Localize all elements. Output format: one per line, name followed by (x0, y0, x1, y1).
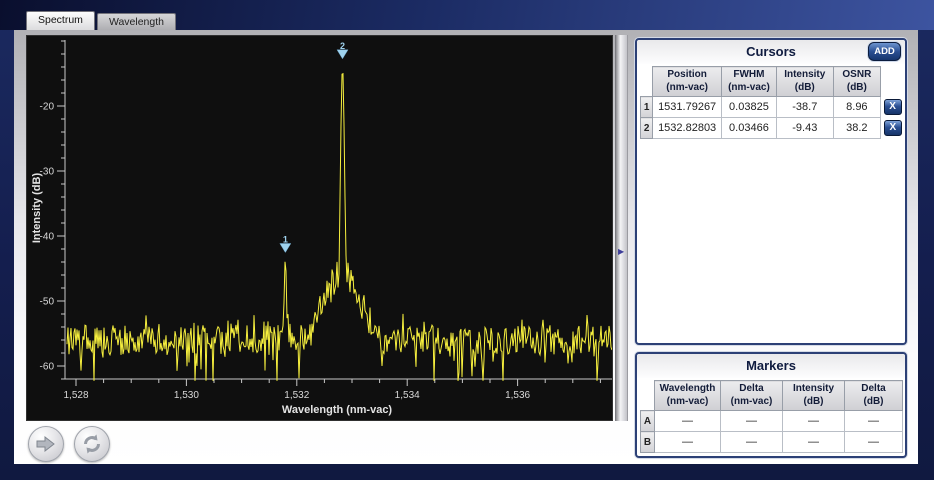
cursors-table: Position(nm-vac) FWHM(nm-vac) Intensity(… (640, 66, 905, 139)
delete-cursor-2-button[interactable]: X (884, 120, 902, 136)
svg-text:1: 1 (283, 235, 288, 245)
marker-a-delta-db: — (845, 411, 903, 432)
refresh-button[interactable] (74, 426, 110, 462)
svg-text:1,536: 1,536 (505, 390, 530, 401)
marker-a-intensity: — (783, 411, 845, 432)
column-header-osnr: OSNR(dB) (833, 67, 881, 97)
marker-row-letter: B (641, 432, 655, 453)
cursor-1-intensity: -38.7 (777, 97, 834, 118)
marker-row-a: A — — — — (641, 411, 903, 432)
panel-splitter[interactable]: ▶ (615, 35, 628, 421)
add-cursor-button[interactable]: ADD (868, 42, 901, 61)
acquisition-toolbar (28, 426, 110, 462)
cursor-row-1: 1 1531.79267 0.03825 -38.7 8.96 X (641, 97, 905, 118)
svg-text:-20: -20 (40, 102, 55, 113)
svg-text:2: 2 (340, 41, 345, 51)
app-window: Spectrum Wavelength -20-30-40-50-601,528… (0, 0, 934, 480)
cursor-2-position: 1532.82803 (653, 118, 722, 139)
marker-row-letter: A (641, 411, 655, 432)
spectrum-plot[interactable]: -20-30-40-50-601,5281,5301,5321,5341,536… (27, 36, 612, 420)
spectrum-trace (67, 74, 612, 381)
marker-a-delta-nm: — (721, 411, 783, 432)
cursors-header-row: Position(nm-vac) FWHM(nm-vac) Intensity(… (641, 67, 905, 97)
delete-column-header (881, 67, 905, 97)
cursor-marker-2[interactable]: 2 (337, 41, 348, 59)
svg-text:-50: -50 (40, 297, 55, 308)
spectrum-chart[interactable]: -20-30-40-50-601,5281,5301,5321,5341,536… (26, 35, 613, 421)
cursor-marker-1[interactable]: 1 (280, 235, 291, 253)
svg-text:-60: -60 (40, 362, 55, 373)
corner-cell (641, 381, 655, 411)
column-header-fwhm: FWHM(nm-vac) (721, 67, 776, 97)
svg-text:1,528: 1,528 (63, 390, 88, 401)
cursors-panel-title: Cursors ADD (637, 40, 905, 64)
corner-cell (641, 67, 653, 97)
column-header-delta-nm: Delta(nm-vac) (721, 381, 783, 411)
marker-row-b: B — — — — (641, 432, 903, 453)
cursor-2-intensity: -9.43 (777, 118, 834, 139)
markers-panel-title: Markers (637, 354, 905, 378)
expand-panel-arrow-icon[interactable]: ▶ (618, 247, 624, 256)
svg-text:1,532: 1,532 (284, 390, 309, 401)
x-axis-label: Wavelength (nm-vac) (282, 404, 393, 416)
cursors-panel: Cursors ADD Position(nm-vac) FWHM(nm-vac… (635, 38, 907, 345)
tab-bar: Spectrum Wavelength (26, 11, 178, 30)
markers-header-row: Wavelength(nm-vac) Delta(nm-vac) Intensi… (641, 381, 903, 411)
column-header-intensity: Intensity(dB) (783, 381, 845, 411)
delete-cursor-1-button[interactable]: X (884, 99, 902, 115)
column-header-position: Position(nm-vac) (653, 67, 722, 97)
main-content: -20-30-40-50-601,5281,5301,5321,5341,536… (14, 30, 918, 464)
markers-table: Wavelength(nm-vac) Delta(nm-vac) Intensi… (640, 380, 903, 453)
tab-wavelength[interactable]: Wavelength (97, 13, 176, 30)
cursor-1-osnr: 8.96 (833, 97, 881, 118)
cursor-1-fwhm: 0.03825 (721, 97, 776, 118)
y-axis-label: Intensity (dB) (31, 173, 43, 244)
cursors-title-text: Cursors (746, 44, 796, 59)
marker-b-delta-db: — (845, 432, 903, 453)
marker-b-intensity: — (783, 432, 845, 453)
cursor-1-position: 1531.79267 (653, 97, 722, 118)
title-bar: Spectrum Wavelength (0, 0, 934, 30)
markers-title-text: Markers (746, 358, 796, 373)
cursor-row-number: 2 (641, 118, 653, 139)
column-header-intensity: Intensity(dB) (777, 67, 834, 97)
markers-panel: Markers Wavelength(nm-vac) Delta(nm-vac)… (635, 352, 907, 458)
cursor-2-fwhm: 0.03466 (721, 118, 776, 139)
svg-text:1,530: 1,530 (174, 390, 199, 401)
marker-b-wavelength: — (655, 432, 721, 453)
cursor-row-number: 1 (641, 97, 653, 118)
cursor-row-2: 2 1532.82803 0.03466 -9.43 38.2 X (641, 118, 905, 139)
play-button[interactable] (28, 426, 64, 462)
marker-b-delta-nm: — (721, 432, 783, 453)
column-header-wavelength: Wavelength(nm-vac) (655, 381, 721, 411)
tab-spectrum[interactable]: Spectrum (26, 11, 95, 30)
marker-a-wavelength: — (655, 411, 721, 432)
refresh-icon (81, 433, 103, 455)
column-header-delta-db: Delta(dB) (845, 381, 903, 411)
cursor-2-osnr: 38.2 (833, 118, 881, 139)
svg-text:1,534: 1,534 (395, 390, 420, 401)
play-arrow-icon (36, 436, 56, 452)
